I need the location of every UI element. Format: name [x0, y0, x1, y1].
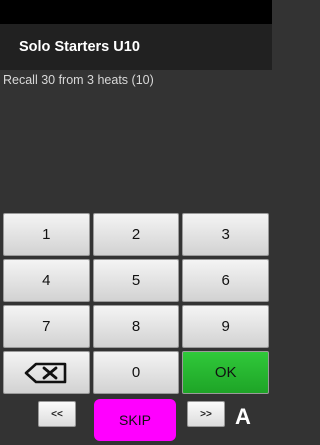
numeric-keypad: 1 2 3 4 5 6 7 8 9 0 OK — [3, 213, 269, 394]
status-bar — [0, 0, 272, 24]
key-0[interactable]: 0 — [92, 351, 180, 394]
backspace-icon — [25, 362, 67, 383]
page-title: Solo Starters U10 — [19, 39, 140, 55]
ok-button[interactable]: OK — [182, 351, 269, 394]
key-2[interactable]: 2 — [92, 213, 180, 256]
bottom-controls: << SKIP >> A — [0, 399, 272, 443]
previous-button[interactable]: << — [38, 401, 76, 427]
key-5[interactable]: 5 — [92, 259, 180, 302]
recall-message: Recall 30 from 3 heats (10) — [3, 73, 154, 87]
key-1[interactable]: 1 — [3, 213, 90, 256]
next-button[interactable]: >> — [187, 401, 225, 427]
key-9[interactable]: 9 — [182, 305, 269, 348]
key-8[interactable]: 8 — [92, 305, 180, 348]
skip-button[interactable]: SKIP — [94, 399, 176, 441]
key-4[interactable]: 4 — [3, 259, 90, 302]
key-3[interactable]: 3 — [182, 213, 269, 256]
key-6[interactable]: 6 — [182, 259, 269, 302]
key-7[interactable]: 7 — [3, 305, 90, 348]
heat-marker: A — [235, 404, 251, 429]
backspace-button[interactable] — [3, 351, 90, 394]
app-bar: Solo Starters U10 — [0, 24, 272, 70]
